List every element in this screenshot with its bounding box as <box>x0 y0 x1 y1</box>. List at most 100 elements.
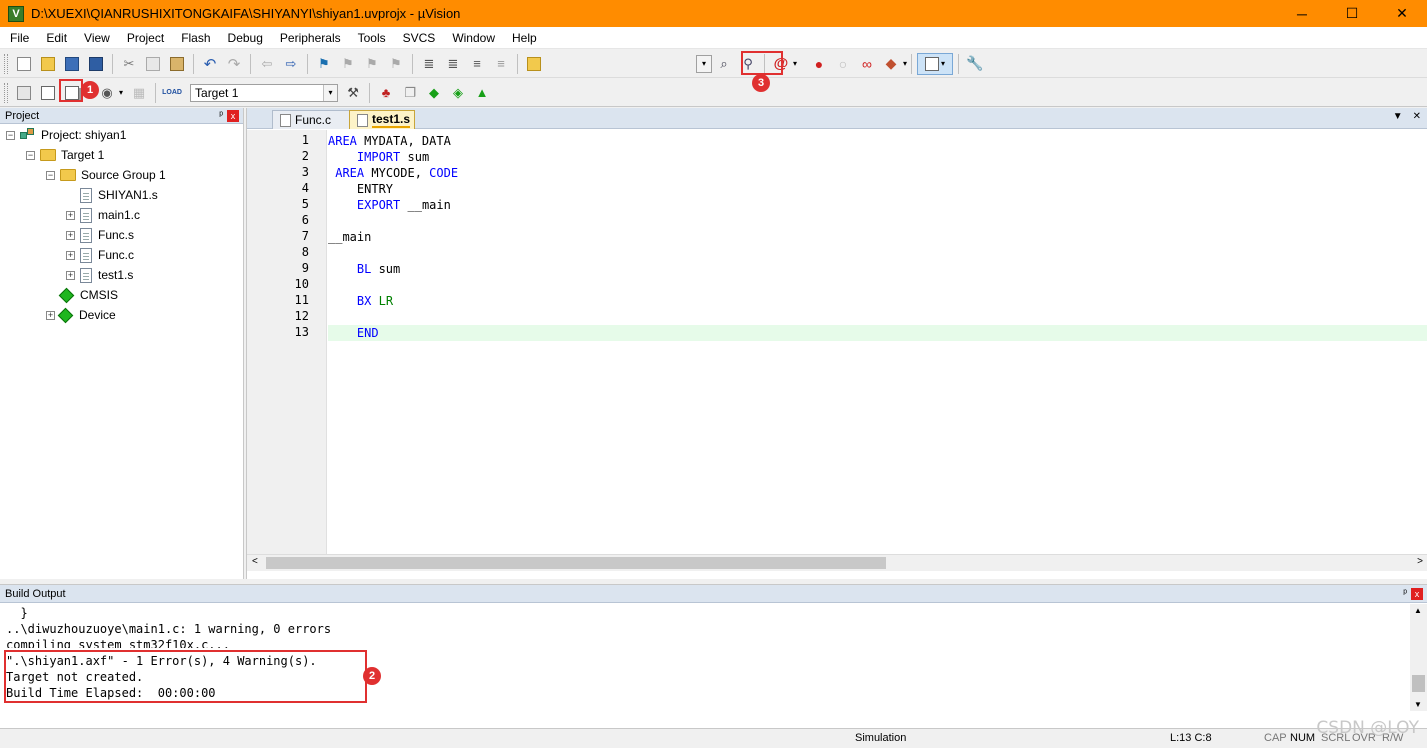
undo-icon[interactable]: ↶ <box>199 53 221 75</box>
open-folder-icon[interactable] <box>37 53 59 75</box>
code-area[interactable]: AREA MYDATA, DATA IMPORT sum AREA MYCODE… <box>328 130 1427 554</box>
collapse-icon[interactable]: − <box>46 170 55 180</box>
save-icon[interactable] <box>61 53 83 75</box>
expand-icon[interactable]: + <box>66 250 75 260</box>
insert-breakpoint-icon[interactable]: ● <box>808 53 830 75</box>
expand-icon[interactable]: + <box>46 310 55 320</box>
save-all-icon[interactable] <box>85 53 107 75</box>
tree-device[interactable]: + Device <box>46 305 116 325</box>
watermark: CSDN @LOY <box>1316 718 1419 738</box>
toolbar-grip[interactable] <box>4 53 8 74</box>
indent-icon[interactable]: ≣ <box>418 53 440 75</box>
minimize-button[interactable]: ─ <box>1277 0 1327 27</box>
file-icon <box>80 207 92 223</box>
collapse-icon[interactable]: − <box>26 150 35 160</box>
menu-debug[interactable]: Debug <box>218 27 270 49</box>
previous-bookmark-icon[interactable]: ⚑ <box>337 53 359 75</box>
manage-project-items-icon[interactable]: ♣ <box>375 82 397 104</box>
stop-build-icon[interactable]: ▦ <box>128 82 150 104</box>
expand-icon[interactable]: + <box>66 270 75 280</box>
clear-bookmarks-icon[interactable]: ⚑ <box>385 53 407 75</box>
configure-wrench-icon[interactable]: 🔧 <box>964 53 986 75</box>
disable-all-breakpoints-icon[interactable]: ∞ <box>856 53 878 75</box>
find-icon[interactable]: ⌕ <box>713 53 735 75</box>
scroll-up-icon[interactable]: ▲ <box>1414 606 1422 615</box>
breakpoint-dropdown-arrow-icon[interactable]: ▾ <box>903 59 907 68</box>
batch-build-dropdown-icon[interactable]: ▾ <box>119 88 123 97</box>
menu-project[interactable]: Project <box>117 27 171 49</box>
close-tab-icon[interactable]: ✕ <box>1413 111 1421 122</box>
pack-installer-icon[interactable]: ◈ <box>447 82 469 104</box>
kill-all-breakpoints-icon[interactable]: ◆ <box>880 53 902 75</box>
vertical-scrollbar[interactable]: ▲ ▼ <box>1410 604 1427 711</box>
file-icon <box>80 187 92 203</box>
build-output-line: } <box>6 606 28 620</box>
menu-tools[interactable]: Tools <box>348 27 393 49</box>
title-bar: V D:\XUEXI\QIANRUSHIXITONGKAIFA\SHIYANYI… <box>0 0 1427 27</box>
next-bookmark-icon[interactable]: ⚑ <box>361 53 383 75</box>
device-diamond-icon <box>57 307 74 323</box>
close-icon[interactable]: x <box>227 110 239 122</box>
pin-icon[interactable]: ᵖ <box>1403 585 1407 603</box>
horizontal-scrollbar[interactable]: < > <box>247 554 1427 571</box>
tree-file-shiyan1-s[interactable]: SHIYAN1.s <box>80 185 158 205</box>
enable-breakpoint-icon[interactable]: ○ <box>832 53 854 75</box>
close-window-button[interactable]: ✕ <box>1377 0 1427 27</box>
comment-icon[interactable]: ≡ <box>466 53 488 75</box>
scrollbar-thumb[interactable] <box>1412 675 1425 692</box>
translate-icon[interactable] <box>13 82 35 104</box>
uncomment-icon[interactable]: ≡ <box>490 53 512 75</box>
download-load-icon[interactable]: LOAD <box>161 82 183 104</box>
scroll-left-icon[interactable]: < <box>252 556 258 567</box>
paste-icon[interactable] <box>166 53 188 75</box>
scroll-right-icon[interactable]: > <box>1417 556 1423 567</box>
unindent-icon[interactable]: ≣ <box>442 53 464 75</box>
tree-file-func-c[interactable]: + Func.c <box>66 245 134 265</box>
navigate-back-icon[interactable]: ⇦ <box>256 53 278 75</box>
menu-file[interactable]: File <box>0 27 36 49</box>
manage-run-time-environment-icon[interactable]: ◆ <box>423 82 445 104</box>
cut-icon[interactable]: ✂ <box>118 53 140 75</box>
maximize-button[interactable]: ☐ <box>1327 0 1377 27</box>
bookmark-icon[interactable]: ⚑ <box>313 53 335 75</box>
tab-list-dropdown-icon[interactable]: ▼ <box>1393 111 1403 122</box>
copy-icon[interactable] <box>142 53 164 75</box>
batch-build-icon[interactable]: ◉ <box>96 82 118 104</box>
menu-help[interactable]: Help <box>502 27 544 49</box>
menu-peripherals[interactable]: Peripherals <box>270 27 348 49</box>
new-file-icon[interactable] <box>13 53 35 75</box>
status-bar: Simulation L:13 C:8 CAP NUM SCRL OVR R/W <box>0 728 1427 748</box>
pin-icon[interactable]: ᵖ <box>219 108 223 124</box>
close-icon[interactable]: x <box>1411 588 1423 600</box>
multi-project-workspace-icon[interactable]: ▲ <box>471 82 493 104</box>
find-combo-dropdown[interactable]: ▾ <box>696 54 712 73</box>
tree-target[interactable]: − Target 1 <box>26 145 104 165</box>
menu-view[interactable]: View <box>74 27 117 49</box>
tree-file-main1-c[interactable]: + main1.c <box>66 205 140 225</box>
tree-file-test1-s[interactable]: + test1.s <box>66 265 133 285</box>
build-icon[interactable] <box>37 82 59 104</box>
navigate-forward-icon[interactable]: ⇨ <box>280 53 302 75</box>
menu-svcs[interactable]: SVCS <box>393 27 443 49</box>
expand-icon[interactable]: + <box>66 210 75 220</box>
scrollbar-thumb[interactable] <box>266 557 886 569</box>
options-for-target-icon[interactable]: ⚒ <box>342 82 364 104</box>
find-in-files-icon[interactable] <box>523 53 545 75</box>
menu-flash[interactable]: Flash <box>171 27 217 49</box>
tree-cmsis[interactable]: CMSIS <box>58 285 118 305</box>
redo-icon[interactable]: ↷ <box>223 53 245 75</box>
toolbar-grip[interactable] <box>4 82 8 103</box>
collapse-icon[interactable]: − <box>6 130 15 140</box>
tree-file-func-s[interactable]: + Func.s <box>66 225 134 245</box>
tree-project-root[interactable]: − Project: shiyan1 <box>6 125 126 145</box>
menu-edit[interactable]: Edit <box>36 27 74 49</box>
tree-source-group[interactable]: − Source Group 1 <box>46 165 166 185</box>
expand-icon[interactable]: + <box>66 230 75 240</box>
select-packs-icon[interactable]: ❐ <box>399 82 421 104</box>
scroll-down-icon[interactable]: ▼ <box>1414 700 1422 709</box>
debug-dropdown-arrow-icon[interactable]: ▾ <box>793 59 797 68</box>
window-layout-icon[interactable]: ▾ <box>917 52 954 75</box>
menu-window[interactable]: Window <box>442 27 502 49</box>
tab-test1-s[interactable]: test1.s <box>349 110 415 129</box>
target-select[interactable]: Target 1 ▾ <box>190 83 339 102</box>
